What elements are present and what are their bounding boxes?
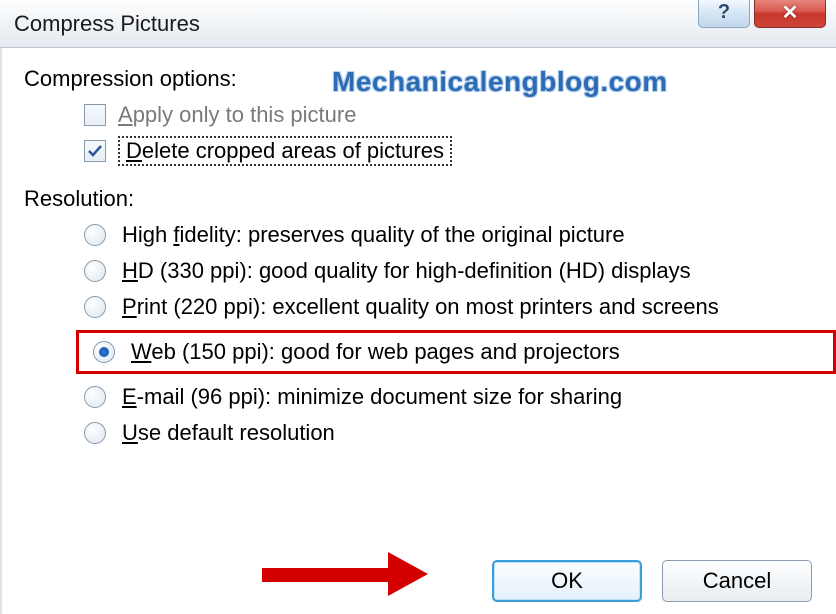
apply-only-checkbox[interactable] [84,104,106,126]
radio-web[interactable] [93,341,115,363]
radio-email[interactable] [84,386,106,408]
radio-high-fidelity[interactable] [84,224,106,246]
cancel-button[interactable]: Cancel [662,560,812,602]
radio-print[interactable] [84,296,106,318]
radio-label: Use default resolution [122,420,335,446]
titlebar-buttons: ? ✕ [698,0,826,28]
watermark-text: Mechanicalengblog.com [332,66,668,98]
radio-default[interactable] [84,422,106,444]
radio-label: High fidelity: preserves quality of the … [122,222,625,248]
radio-label: Web (150 ppi): good for web pages and pr… [131,339,620,365]
resolution-web[interactable]: Web (150 ppi): good for web pages and pr… [93,339,620,365]
resolution-email[interactable]: E-mail (96 ppi): minimize document size … [84,384,816,410]
radio-label: Print (220 ppi): excellent quality on mo… [122,294,719,320]
apply-only-row[interactable]: Apply only to this picture [84,102,816,128]
dialog-title: Compress Pictures [14,11,200,37]
delete-cropped-label: Delete cropped areas of pictures [118,136,452,166]
resolution-print[interactable]: Print (220 ppi): excellent quality on mo… [84,294,816,320]
highlight-box: Web (150 ppi): good for web pages and pr… [76,330,836,374]
help-button[interactable]: ? [698,0,750,28]
radio-hd[interactable] [84,260,106,282]
dialog-buttons: OK Cancel [492,560,812,602]
annotation-arrow-icon [262,556,432,596]
checkmark-icon [86,142,104,160]
ok-button[interactable]: OK [492,560,642,602]
close-button[interactable]: ✕ [754,0,826,28]
delete-cropped-row[interactable]: Delete cropped areas of pictures [84,136,816,166]
resolution-default[interactable]: Use default resolution [84,420,816,446]
titlebar: Compress Pictures ? ✕ [0,0,836,48]
resolution-high-fidelity[interactable]: High fidelity: preserves quality of the … [84,222,816,248]
radio-label: E-mail (96 ppi): minimize document size … [122,384,622,410]
apply-only-label: Apply only to this picture [118,102,356,128]
radio-label: HD (330 ppi): good quality for high-defi… [122,258,691,284]
delete-cropped-checkbox[interactable] [84,140,106,162]
dialog-body: Mechanicalengblog.com Compression option… [0,48,836,614]
resolution-label: Resolution: [24,186,816,212]
resolution-hd[interactable]: HD (330 ppi): good quality for high-defi… [84,258,816,284]
